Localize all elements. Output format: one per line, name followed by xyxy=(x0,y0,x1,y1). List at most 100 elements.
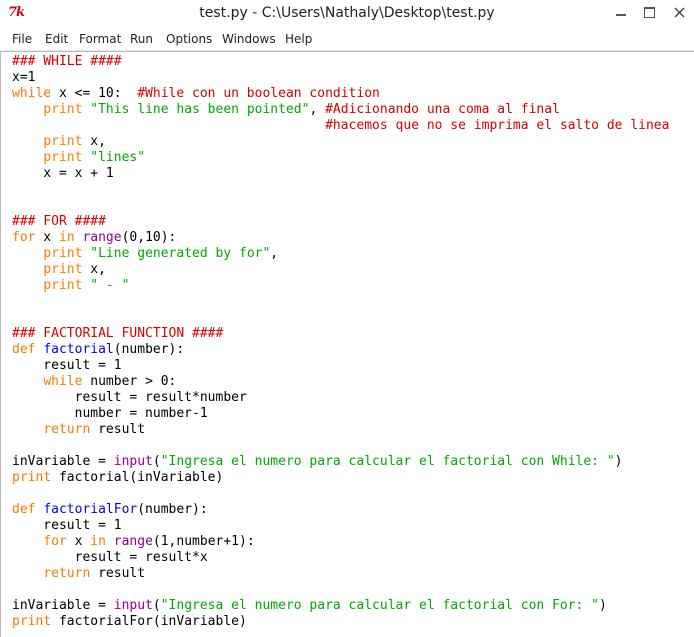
plain-token: x=1 xyxy=(12,70,36,85)
code-line: print factorial(inVariable) xyxy=(12,470,669,486)
code-line: return result xyxy=(12,566,669,582)
keyword-token: print xyxy=(43,134,83,149)
menu-format[interactable]: Format xyxy=(79,32,121,46)
plain-token: ( xyxy=(152,454,161,469)
plain-token: x, xyxy=(82,262,106,277)
menu-options[interactable]: Options xyxy=(166,32,212,46)
plain-token: x = x + 1 xyxy=(12,166,114,181)
code-line: number = number-1 xyxy=(12,406,669,422)
plain-token: ) xyxy=(599,598,607,613)
code-line: inVariable = input("Ingresa el numero pa… xyxy=(12,598,669,614)
plain-token: result = 1 xyxy=(12,518,122,533)
plain-token: (1,number+1): xyxy=(152,534,255,549)
maximize-button[interactable] xyxy=(634,0,664,24)
comment-token: #While con un boolean condition xyxy=(137,86,380,101)
menu-bar: File Edit Format Run Options Windows Hel… xyxy=(0,28,694,51)
code-line: ### WHILE #### xyxy=(12,54,669,70)
builtin-token: input xyxy=(113,598,153,613)
keyword-token: in xyxy=(58,230,75,245)
comment-token: #hacemos que no se imprima el salto de l… xyxy=(325,118,670,133)
plain-token: inVariable = xyxy=(12,598,114,613)
comment-token: #Adicionando una coma al final xyxy=(325,102,560,117)
keyword-token: print xyxy=(43,102,83,117)
code-line: x = x + 1 xyxy=(12,166,669,182)
plain-token: (0,10): xyxy=(121,230,177,245)
menu-help[interactable]: Help xyxy=(285,32,312,46)
definition-token: factorial xyxy=(43,342,114,357)
string-token: " - " xyxy=(90,278,130,293)
keyword-token: print xyxy=(12,470,52,485)
definition-token: factorialFor xyxy=(43,502,138,517)
code-line: for x in range(0,10): xyxy=(12,230,669,246)
keyword-token: print xyxy=(43,246,83,261)
plain-token: number > 0: xyxy=(82,374,177,389)
menu-run[interactable]: Run xyxy=(130,32,153,46)
code-line: print x, xyxy=(12,134,669,150)
string-token: "Ingresa el numero para calcular el fact… xyxy=(160,598,600,613)
title-bar[interactable]: 7k test.py - C:\Users\Nathaly\Desktop\te… xyxy=(0,0,694,28)
code-text[interactable]: ### WHILE #### x=1 while x <= 10: #While c… xyxy=(12,54,669,630)
close-icon xyxy=(674,7,684,17)
menu-file[interactable]: File xyxy=(12,32,32,46)
plain-token: result xyxy=(90,422,146,437)
minimize-button[interactable] xyxy=(606,0,636,24)
code-line: print factorialFor(inVariable) xyxy=(12,614,669,630)
plain-token: result = 1 xyxy=(12,358,122,373)
plain-token: x <= 10: xyxy=(51,86,138,101)
code-line: print x, xyxy=(12,262,669,278)
plain-token: ( xyxy=(152,598,161,613)
code-line: return result xyxy=(12,422,669,438)
plain-token: x xyxy=(66,534,91,549)
code-line: while number > 0: xyxy=(12,374,669,390)
code-line: result = result*x xyxy=(12,550,669,566)
builtin-token: range xyxy=(113,534,153,549)
string-token: "Line generated by for" xyxy=(90,246,271,261)
keyword-token: for xyxy=(12,230,36,245)
builtin-token: range xyxy=(82,230,122,245)
keyword-token: return xyxy=(43,422,91,437)
code-line: print " - " xyxy=(12,278,669,294)
keyword-token: print xyxy=(43,278,83,293)
window-title: test.py - C:\Users\Nathaly\Desktop\test.… xyxy=(199,5,495,21)
string-token: "This line has been pointed" xyxy=(90,102,310,117)
comment-token: ### FACTORIAL FUNCTION #### xyxy=(12,326,224,341)
plain-token: (number): xyxy=(137,502,208,517)
string-token: "Ingresa el numero para calcular el fact… xyxy=(160,454,615,469)
code-line: for x in range(1,number+1): xyxy=(12,534,669,550)
code-line: def factorial(number): xyxy=(12,342,669,358)
code-line: x=1 xyxy=(12,70,669,86)
keyword-token: def xyxy=(12,342,36,357)
code-editor[interactable]: ### WHILE #### x=1 while x <= 10: #While c… xyxy=(0,51,694,637)
plain-token: inVariable = xyxy=(12,454,114,469)
close-button[interactable] xyxy=(664,0,694,24)
keyword-token: while xyxy=(12,86,52,101)
code-line: ### FOR #### xyxy=(12,214,669,230)
menu-edit[interactable]: Edit xyxy=(45,32,68,46)
code-line: ### FACTORIAL FUNCTION #### xyxy=(12,326,669,342)
menu-windows[interactable]: Windows xyxy=(222,32,276,46)
code-line: print "Line generated by for", xyxy=(12,246,669,262)
string-token: "lines" xyxy=(90,150,146,165)
keyword-token: print xyxy=(12,614,52,629)
keyword-token: print xyxy=(43,262,83,277)
plain-token: , xyxy=(309,102,326,117)
idle-editor-window: 7k test.py - C:\Users\Nathaly\Desktop\te… xyxy=(0,0,694,637)
plain-token: result = result*x xyxy=(12,550,208,565)
keyword-token: print xyxy=(43,150,83,165)
builtin-token: input xyxy=(113,454,153,469)
